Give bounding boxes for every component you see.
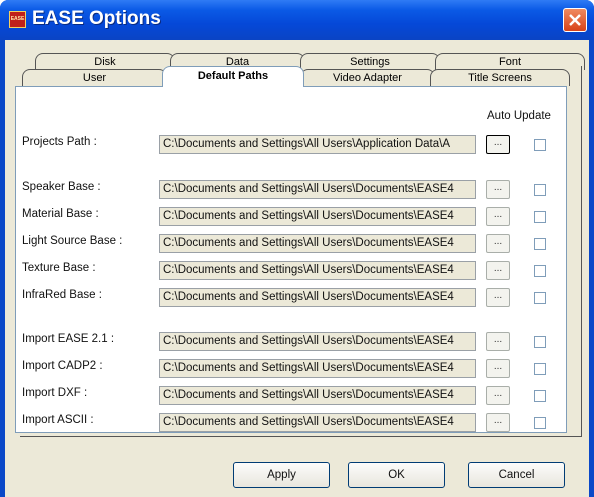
title-bar[interactable]: EASE EASE Options [0, 0, 594, 40]
material-base-field[interactable]: C:\Documents and Settings\All Users\Docu… [159, 207, 476, 226]
infrared-base-browse-button[interactable]: ... [486, 288, 510, 307]
infrared-base-auto-update-checkbox[interactable] [534, 292, 546, 304]
ease-app-icon: EASE [9, 11, 26, 28]
light-source-base-label: Light Source Base : [22, 235, 123, 247]
infrared-base-label: InfraRed Base : [22, 289, 102, 301]
import-cadp2-browse-button[interactable]: ... [486, 359, 510, 378]
texture-base-label: Texture Base : [22, 262, 96, 274]
tab-default-paths[interactable]: Default Paths [162, 66, 304, 87]
tab-user[interactable]: User [22, 69, 167, 86]
import-dxf-browse-button[interactable]: ... [486, 386, 510, 405]
import-ease-auto-update-checkbox[interactable] [534, 336, 546, 348]
projects-path-auto-update-checkbox[interactable] [534, 139, 546, 151]
material-base-auto-update-checkbox[interactable] [534, 211, 546, 223]
speaker-base-label: Speaker Base : [22, 181, 101, 193]
infrared-base-field[interactable]: C:\Documents and Settings\All Users\Docu… [159, 288, 476, 307]
import-ascii-field[interactable]: C:\Documents and Settings\All Users\Docu… [159, 413, 476, 432]
import-cadp2-auto-update-checkbox[interactable] [534, 363, 546, 375]
light-source-base-browse-button[interactable]: ... [486, 234, 510, 253]
speaker-base-auto-update-checkbox[interactable] [534, 184, 546, 196]
import-dxf-field[interactable]: C:\Documents and Settings\All Users\Docu… [159, 386, 476, 405]
tab-stack-edge [567, 66, 582, 437]
import-ascii-auto-update-checkbox[interactable] [534, 417, 546, 429]
texture-base-field[interactable]: C:\Documents and Settings\All Users\Docu… [159, 261, 476, 280]
tab-font[interactable]: Font [435, 53, 585, 70]
import-ease-label: Import EASE 2.1 : [22, 333, 115, 345]
import-dxf-label: Import DXF : [22, 387, 88, 399]
tab-disk[interactable]: Disk [35, 53, 175, 70]
projects-path-field[interactable]: C:\Documents and Settings\All Users\Appl… [159, 135, 476, 154]
import-ease-browse-button[interactable]: ... [486, 332, 510, 351]
import-ease-field[interactable]: C:\Documents and Settings\All Users\Docu… [159, 332, 476, 351]
import-dxf-auto-update-checkbox[interactable] [534, 390, 546, 402]
tab-title-screens[interactable]: Title Screens [430, 69, 570, 86]
apply-button[interactable]: Apply [233, 462, 330, 488]
window-title: EASE Options [32, 8, 161, 29]
import-ascii-browse-button[interactable]: ... [486, 413, 510, 432]
import-cadp2-field[interactable]: C:\Documents and Settings\All Users\Docu… [159, 359, 476, 378]
close-button[interactable] [563, 8, 587, 32]
projects-path-browse-button[interactable]: ... [486, 135, 510, 154]
tab-video-adapter[interactable]: Video Adapter [300, 69, 435, 86]
auto-update-header: Auto Update [487, 110, 551, 122]
speaker-base-field[interactable]: C:\Documents and Settings\All Users\Docu… [159, 180, 476, 199]
tab-stack-edge-bottom [20, 433, 581, 437]
cancel-button[interactable]: Cancel [468, 462, 565, 488]
texture-base-auto-update-checkbox[interactable] [534, 265, 546, 277]
light-source-base-auto-update-checkbox[interactable] [534, 238, 546, 250]
material-base-browse-button[interactable]: ... [486, 207, 510, 226]
texture-base-browse-button[interactable]: ... [486, 261, 510, 280]
tab-settings[interactable]: Settings [300, 53, 440, 70]
speaker-base-browse-button[interactable]: ... [486, 180, 510, 199]
import-ascii-label: Import ASCII : [22, 414, 94, 426]
ok-button[interactable]: OK [348, 462, 445, 488]
light-source-base-field[interactable]: C:\Documents and Settings\All Users\Docu… [159, 234, 476, 253]
import-cadp2-label: Import CADP2 : [22, 360, 103, 372]
material-base-label: Material Base : [22, 208, 99, 220]
close-icon [569, 14, 581, 26]
projects-path-label: Projects Path : [22, 136, 97, 148]
